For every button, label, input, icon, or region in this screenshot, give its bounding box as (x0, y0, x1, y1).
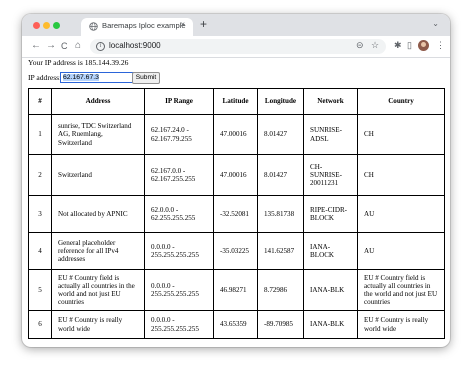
zoom-icon[interactable]: ⊝ (356, 40, 364, 51)
network-cell: IANA-BLOCK (303, 232, 358, 270)
table-row: 3 Not allocated by APNIC 62.0.0.0 - 62.2… (28, 195, 445, 233)
latitude-cell: 43.65359 (213, 310, 258, 339)
longitude-cell: 8.01427 (257, 154, 304, 196)
longitude-cell: 135.81738 (257, 195, 304, 233)
browser-window: Baremaps Iploc example × + ⌄ ← → C ⌂ i l… (22, 14, 450, 347)
latitude-cell: -32.52081 (213, 195, 258, 233)
profile-avatar[interactable] (418, 40, 429, 51)
latitude-cell: -35.03225 (213, 232, 258, 270)
country-cell: CH (357, 114, 445, 155)
country-cell: AU (357, 195, 445, 233)
column-header: Network (303, 88, 358, 115)
tab-baremaps-iploc[interactable]: Baremaps Iploc example × (81, 18, 193, 36)
ip-range-cell: 0.0.0.0 - 255.255.255.255 (144, 310, 214, 339)
network-cell: IANA-BLK (303, 310, 358, 339)
column-header: Latitude (213, 88, 258, 115)
row-number-cell: 6 (28, 310, 52, 339)
ip-range-cell: 62.167.0.0 - 62.167.255.255 (144, 154, 214, 196)
ip-address-label: IP address: (28, 73, 62, 82)
ip-range-cell: 62.167.24.0 - 62.167.79.255 (144, 114, 214, 155)
extensions-icon[interactable]: ✱ (394, 40, 402, 51)
bookmark-star-icon[interactable]: ☆ (371, 40, 379, 51)
ip-range-cell: 0.0.0.0 - 255.255.255.255 (144, 269, 214, 311)
network-cell: SUNRISE-ADSL (303, 114, 358, 155)
column-header: Longitude (257, 88, 304, 115)
browser-toolbar: ← → C ⌂ i localhost:9000 ⊝ ☆ ✱ ▯ ⋮ (22, 36, 450, 58)
page-content: Your IP address is 185.144.39.26 IP addr… (22, 58, 450, 347)
address-bar[interactable]: i localhost:9000 ⊝ ☆ (90, 39, 386, 54)
url-text[interactable]: localhost:9000 (109, 41, 161, 50)
address-cell: General placeholder reference for all IP… (51, 232, 145, 270)
table-row: 5 EU # Country field is actually all cou… (28, 269, 445, 311)
row-number-cell: 1 (28, 114, 52, 155)
reload-button[interactable]: C (61, 39, 68, 53)
longitude-cell: -89.70985 (257, 310, 304, 339)
forward-button[interactable]: → (46, 39, 56, 53)
tab-search-icon[interactable]: ⌄ (432, 19, 439, 28)
country-cell: EU # Country field is actually all count… (357, 269, 445, 311)
latitude-cell: 46.98271 (213, 269, 258, 311)
site-info-icon[interactable]: i (96, 42, 105, 51)
address-cell: Switzerland (51, 154, 145, 196)
table-header-row: # Address IP Range Latitude Longitude Ne… (28, 88, 445, 115)
row-number-cell: 5 (28, 269, 52, 311)
your-ip-text: Your IP address is 185.144.39.26 (28, 58, 129, 67)
ip-range-cell: 62.0.0.0 - 62.255.255.255 (144, 195, 214, 233)
latitude-cell: 47.00016 (213, 154, 258, 196)
ip-range-cell: 0.0.0.0 - 255.255.255.255 (144, 232, 214, 270)
menu-icon[interactable]: ⋮ (436, 40, 445, 51)
close-tab-icon[interactable]: × (180, 20, 185, 29)
latitude-cell: 47.00016 (213, 114, 258, 155)
back-button[interactable]: ← (31, 39, 41, 53)
longitude-cell: 141.62587 (257, 232, 304, 270)
minimize-window-button[interactable] (43, 22, 50, 29)
row-number-cell: 3 (28, 195, 52, 233)
column-header: Address (51, 88, 145, 115)
network-cell: RIPE-CIDR-BLOCK (303, 195, 358, 233)
row-number-cell: 2 (28, 154, 52, 196)
ip-address-value[interactable]: 62.167.67.3 (63, 74, 99, 81)
table-row: 1 sunrise, TDC Switzerland AG, Ruemlang,… (28, 114, 445, 155)
table-row: 4 General placeholder reference for all … (28, 232, 445, 270)
table-row: 2 Switzerland 62.167.0.0 - 62.167.255.25… (28, 154, 445, 196)
close-window-button[interactable] (33, 22, 40, 29)
table-row: 6 EU # Country is really world wide 0.0.… (28, 310, 445, 339)
zoom-window-button[interactable] (53, 22, 60, 29)
longitude-cell: 8.01427 (257, 114, 304, 155)
country-cell: EU # Country is really world wide (357, 310, 445, 339)
ip-address-input[interactable]: 62.167.67.3 (60, 72, 134, 83)
globe-icon (89, 22, 98, 31)
longitude-cell: 8.72986 (257, 269, 304, 311)
tab-title: Baremaps Iploc example (102, 21, 186, 30)
results-table: # Address IP Range Latitude Longitude Ne… (28, 88, 445, 339)
tab-strip: Baremaps Iploc example × + ⌄ (22, 14, 450, 36)
address-cell: EU # Country is really world wide (51, 310, 145, 339)
new-tab-button[interactable]: + (200, 17, 207, 31)
home-button[interactable]: ⌂ (75, 39, 81, 53)
submit-button[interactable]: Submit (132, 72, 160, 84)
row-number-cell: 4 (28, 232, 52, 270)
country-cell: CH (357, 154, 445, 196)
column-header: # (28, 88, 52, 115)
side-panel-icon[interactable]: ▯ (407, 40, 412, 51)
address-cell: sunrise, TDC Switzerland AG, Ruemlang, S… (51, 114, 145, 155)
address-cell: EU # Country field is actually all count… (51, 269, 145, 311)
address-cell: Not allocated by APNIC (51, 195, 145, 233)
network-cell: CH-SUNRISE-20011231 (303, 154, 358, 196)
network-cell: IANA-BLK (303, 269, 358, 311)
column-header: IP Range (144, 88, 214, 115)
country-cell: AU (357, 232, 445, 270)
column-header: Country (357, 88, 445, 115)
